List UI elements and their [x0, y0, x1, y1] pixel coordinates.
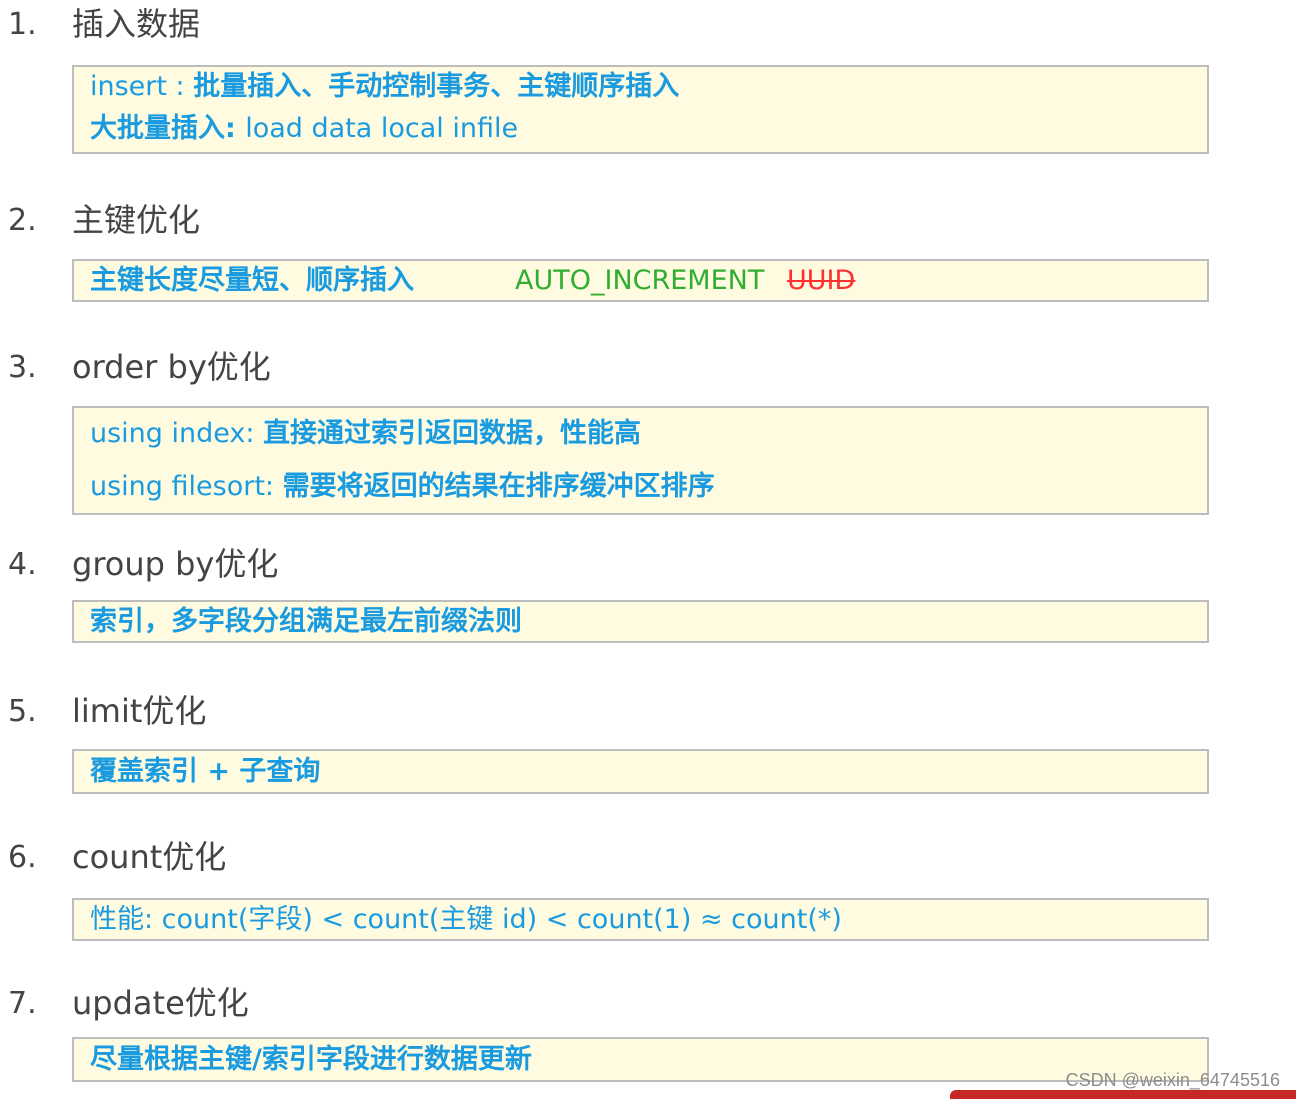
- section-number-4: 4.: [8, 547, 37, 582]
- code-label: insert :: [90, 71, 194, 102]
- note-box-order-by: using index: 直接通过索引返回数据，性能高 using fileso…: [72, 406, 1209, 515]
- section-number-1: 1.: [8, 7, 37, 42]
- note-line: using index: 直接通过索引返回数据，性能高: [90, 418, 641, 450]
- section-title-order-by: order by优化: [72, 348, 271, 386]
- note-text: 直接通过索引返回数据，性能高: [263, 418, 642, 449]
- note-line: using filesort: 需要将返回的结果在排序缓冲区排序: [90, 471, 715, 503]
- section-title-update: update优化: [72, 984, 249, 1022]
- note-box-insert: insert : 批量插入、手动控制事务、主键顺序插入 大批量插入: load …: [72, 65, 1209, 154]
- note-line: 尽量根据主键/索引字段进行数据更新: [90, 1044, 532, 1075]
- note-line: 性能: count(字段) < count(主键 id) < count(1) …: [90, 904, 842, 935]
- note-line: 大批量插入: load data local infile: [90, 113, 518, 145]
- note-box-limit: 覆盖索引 + 子查询: [72, 749, 1209, 794]
- code-label: using index:: [90, 418, 264, 449]
- section-title-insert: 插入数据: [72, 5, 201, 43]
- note-line: 主键长度尽量短、顺序插入: [90, 265, 414, 296]
- code-label: using filesort:: [90, 471, 283, 502]
- auto-increment-label: AUTO_INCREMENT: [515, 265, 765, 296]
- note-line: 索引，多字段分组满足最左前缀法则: [90, 606, 522, 637]
- code-label: 大批量插入:: [90, 113, 246, 144]
- section-number-6: 6.: [8, 840, 37, 875]
- section-number-2: 2.: [8, 203, 37, 238]
- section-title-count: count优化: [72, 838, 227, 876]
- red-banner-edge: [950, 1090, 1296, 1099]
- section-number-5: 5.: [8, 694, 37, 729]
- section-title-group-by: group by优化: [72, 545, 279, 583]
- note-text: 需要将返回的结果在排序缓冲区排序: [282, 471, 715, 502]
- section-number-7: 7.: [8, 986, 37, 1021]
- note-box-primary-key: 主键长度尽量短、顺序插入 AUTO_INCREMENT UUID: [72, 259, 1209, 302]
- section-title-primary-key: 主键优化: [72, 201, 201, 239]
- note-box-count: 性能: count(字段) < count(主键 id) < count(1) …: [72, 898, 1209, 941]
- note-box-update: 尽量根据主键/索引字段进行数据更新: [72, 1037, 1209, 1082]
- note-line: insert : 批量插入、手动控制事务、主键顺序插入: [90, 71, 679, 103]
- note-text: 批量插入、手动控制事务、主键顺序插入: [193, 71, 680, 102]
- note-text: load data local infile: [245, 113, 519, 144]
- section-title-limit: limit优化: [72, 692, 207, 730]
- uuid-struck-label: UUID: [787, 265, 856, 296]
- note-box-group-by: 索引，多字段分组满足最左前缀法则: [72, 600, 1209, 643]
- note-line: 覆盖索引 + 子查询: [90, 756, 321, 787]
- watermark: CSDN @weixin_64745516: [1065, 1070, 1280, 1090]
- section-number-3: 3.: [8, 350, 37, 385]
